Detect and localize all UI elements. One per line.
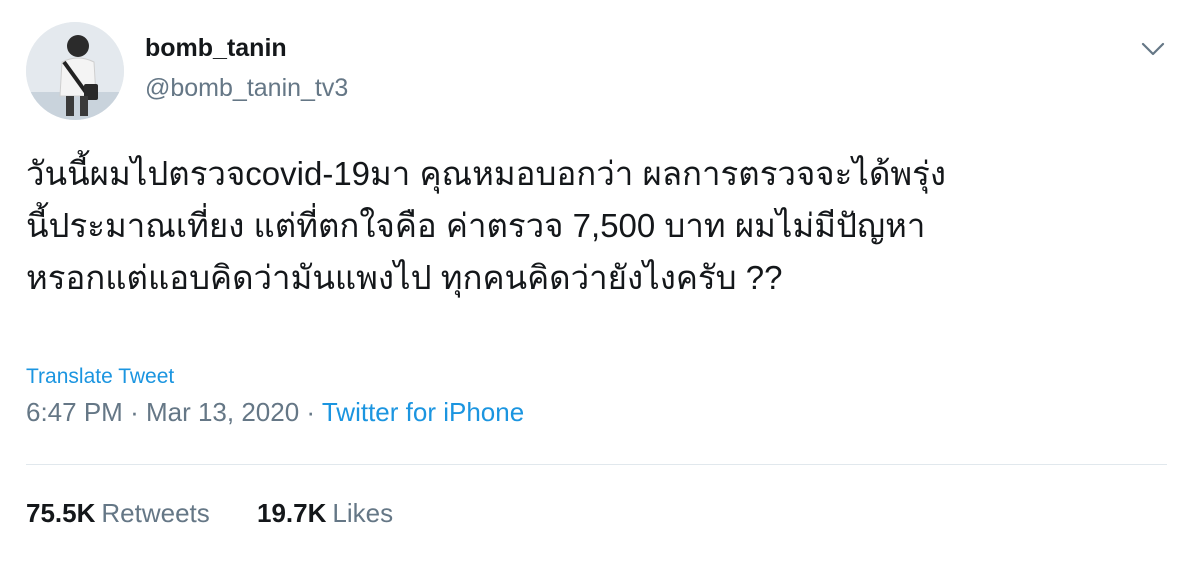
- tweet-text-line: หรอกแต่แอบคิดว่ามันแพงไป ทุกคนคิดว่ายังไ…: [26, 259, 783, 296]
- chevron-down-icon[interactable]: [1138, 34, 1168, 64]
- likes-count: 19.7K: [257, 498, 327, 528]
- tweet-date[interactable]: Mar 13, 2020: [146, 397, 299, 427]
- tweet-text-line: วันนี้ผมไปตรวจcovid-19มา คุณหมอบอกว่า ผล…: [26, 155, 946, 192]
- retweets-label: Retweets: [101, 498, 210, 528]
- retweets-stat[interactable]: 75.5K Retweets: [26, 498, 210, 529]
- tweet-text: วันนี้ผมไปตรวจcovid-19มา คุณหมอบอกว่า ผล…: [26, 148, 1176, 304]
- avatar[interactable]: [26, 22, 124, 120]
- translate-tweet-link[interactable]: Translate Tweet: [26, 365, 174, 389]
- likes-stat[interactable]: 19.7K Likes: [257, 498, 393, 529]
- display-name[interactable]: bomb_tanin: [145, 34, 287, 63]
- retweets-count: 75.5K: [26, 498, 96, 528]
- tweet-stats: 75.5K Retweets 19.7K Likes: [26, 498, 393, 529]
- tweet-card: bomb_tanin @bomb_tanin_tv3 วันนี้ผมไปตรว…: [0, 0, 1200, 561]
- tweet-timestamp: 6:47 PM · Mar 13, 2020 · Twitter for iPh…: [26, 397, 524, 428]
- tweet-text-line: นี้ประมาณเที่ยง แต่ที่ตกใจคือ ค่าตรวจ 7,…: [26, 207, 926, 244]
- meta-separator: ·: [306, 397, 316, 427]
- tweet-time[interactable]: 6:47 PM: [26, 397, 123, 427]
- tweet-source-link[interactable]: Twitter for iPhone: [322, 397, 524, 427]
- likes-label: Likes: [332, 498, 394, 528]
- user-handle[interactable]: @bomb_tanin_tv3: [145, 74, 348, 103]
- meta-separator: ·: [130, 397, 139, 427]
- divider: [26, 464, 1167, 465]
- avatar-photo-icon: [26, 22, 124, 120]
